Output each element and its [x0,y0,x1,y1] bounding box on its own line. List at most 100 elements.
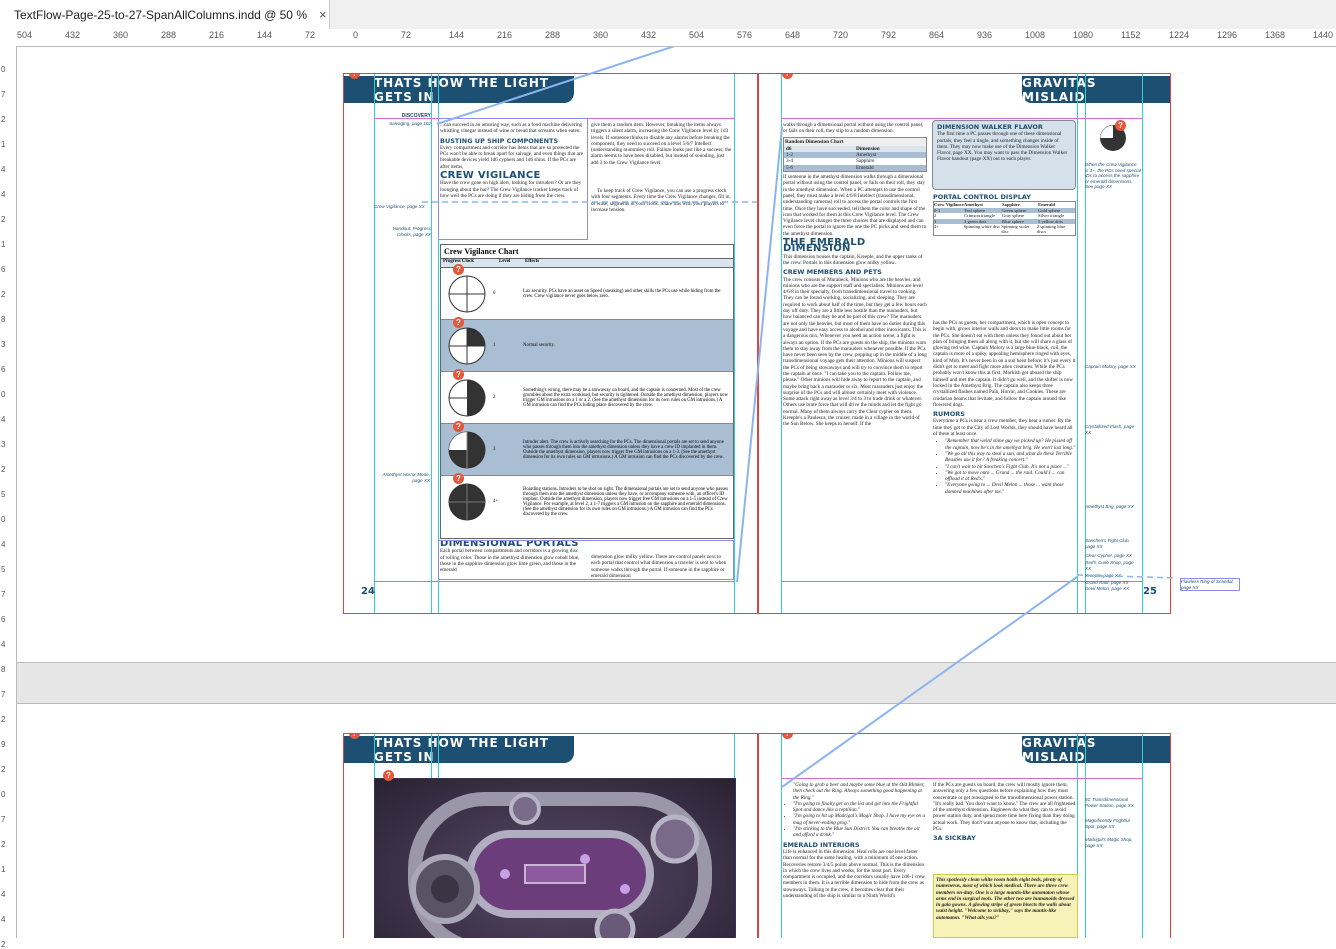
crew-vigilance-table[interactable]: Crew Vigilance Chart Progress Clock Leve… [440,244,734,539]
ruler-label: 8 [1,665,6,674]
margin-guide [374,581,734,582]
ruler-label: 4 [1,890,6,899]
document-tab[interactable]: TextFlow-Page-25-to-27-SpanAllColumns.in… [0,0,330,29]
ruler-label: 4 [1,415,6,424]
table-title: Crew Vigilance Chart [441,245,733,259]
ruler-label: 4 [1,640,6,649]
ruler-label: 0 [1,390,6,399]
document-tab-bar: TextFlow-Page-25-to-27-SpanAllColumns.in… [0,0,1336,30]
page-25[interactable]: GRAVITAS MISLAID ? walks through a dimen… [758,73,1171,614]
portals-heading: DIMENSIONAL PORTALS [440,541,579,549]
cell-level: 1 [493,343,496,348]
col1-text: ...can succeed in an amusing way, such a… [440,122,586,240]
ruler-origin[interactable] [0,29,18,47]
sidebar-madrigal[interactable]: Madrigal's Magic Shop, page XX [1085,837,1141,848]
overset-marker-icon[interactable]: ? [453,473,464,484]
col4-text: has the PCs as guests, her compartment, … [933,320,1076,578]
portals-col1: DIMENSIONAL PORTALS Each portal between … [440,541,580,579]
pcd-cell: Spinning violet disc [1001,223,1030,235]
cell-effect: Something's wrong, there may be a stowaw… [523,387,729,408]
cell-level: 0 [493,291,496,296]
th-progress: Progress Clock [443,259,474,264]
col4-text1: has the PCs as guests, her compartment, … [933,320,1076,408]
sidebar-amethyst-horror[interactable]: Amethyst Horror Mode, page XX [374,472,430,483]
portal-control-display: PORTAL CONTROL DISPLAY Crew Vigilance Am… [933,194,1076,294]
sidebar-devilmelon[interactable]: Devil Melon, page XX [1085,586,1141,592]
ruler-label: 4 [1,540,6,549]
close-icon[interactable]: × [319,7,327,22]
overset-marker-icon[interactable]: ? [453,317,464,328]
layout-canvas[interactable]: THATS HOW THE LIGHT GETS IN DISCOVERY Sa… [17,47,1336,938]
sickbay-heading: 3A SICKBAY [933,834,976,843]
ruler-label: 2 [1,765,6,774]
cell-effect: Boarding stations. Intruders to be shot … [523,486,728,517]
sidebar-handout[interactable]: Handout: Progress Clocks, page XX [377,226,431,237]
right-running-head-2: GRAVITAS MISLAID [1022,736,1170,764]
ruler-label: 2 [1,940,6,949]
sidebar-crew-vigilance[interactable]: Crew Vigilance, page XX [374,204,426,210]
overset-marker-icon[interactable]: ? [383,770,394,781]
ruler-label: 0 [1,515,6,524]
pasteboard-floating-note[interactable]: Flawless Ring of Scandal, page XX [1180,578,1240,591]
ruler-label: 1 [1,240,6,249]
pcd-cell: 2 spinning blue discs [1036,223,1066,235]
horizontal-ruler[interactable]: 504 432 360 288 216 144 72 0 72 144 216 288 360 432 50… [17,29,1336,47]
rumor-item: "I can't wait to hit Sanchen's Fight Clu… [945,464,1076,470]
col1-intro: ...can succeed in an amusing way, such a… [440,122,583,135]
left-banner-text-2: THATS HOW THE LIGHT GETS IN [374,735,550,764]
overset-marker-icon[interactable]: ? [453,421,464,432]
ruler-label: 6 [1,265,6,274]
sidebar-molory[interactable]: Captain Molory, page XX [1085,364,1141,370]
sidebar-frightful[interactable]: Magnificently Frightful Spot, page XX [1085,818,1141,829]
pcd-cell: Spinning white disc [963,223,1001,229]
overset-marker-icon[interactable]: ? [782,734,793,739]
ruler-label: 288 [545,30,561,40]
ruler-label: 5 [1,565,6,574]
page-26[interactable]: THATS HOW THE LIGHT GETS IN ? ? [343,733,758,938]
ruler-label: 432 [641,30,657,40]
vertical-ruler[interactable]: 0 7 2 1 4 4 2 1 6 2 8 3 6 0 4 3 2 5 0 4 5 7 6 4 8 7 2 9 2 0 7 2 1 4 4 2 [0,46,17,949]
overset-marker-icon[interactable]: ? [453,264,464,275]
sidebar-reds[interactable]: Red's Curio Shop, page XX [1085,560,1141,571]
rumors-text: Everytime a PCs is near a crew member, t… [933,418,1073,438]
sidebar-salvaging[interactable]: Salvaging, page 102 [377,121,431,127]
ruler-label: 72 [401,30,412,40]
sickbay-read-aloud-box: This spotlessly clean white room holds e… [933,874,1078,938]
page-27[interactable]: GRAVITAS MISLAID ? "Going to grab a beer… [758,733,1171,938]
ruler-label: 1080 [1073,30,1094,40]
cell-effect: Lax security. PCs have an asset on Speed… [523,288,721,299]
ruler-label: 6 [1,365,6,374]
ruler-label: 576 [737,30,753,40]
dimension-walker-box[interactable]: DIMENSION WALKER FLAVOR The first time a… [932,120,1076,190]
sidebar-kreeple[interactable]: Kreeple, page XX [1085,573,1141,579]
sidebar-captain-id: When the Crew Vigilance is 3+, the PCs n… [1085,162,1141,189]
sickbay-text: This spotlessly clean white room holds e… [936,877,1075,921]
emerald-text: This dimension houses the captain, Kreep… [783,253,923,266]
overset-marker-icon[interactable]: ? [782,74,793,79]
column-guide [374,74,375,613]
s2-col2-text1: If the PCs are guests on board, the crew… [933,782,1076,833]
crew-vigilance-heading: CREW VIGILANCE [440,170,541,182]
overset-marker-icon[interactable]: ? [1115,120,1126,131]
column-guide [1142,734,1143,938]
sidebar-flash[interactable]: Crystallized Flash, page XX [1085,424,1141,435]
rumor-item: "We got to move onto ... Grand ... the r… [945,470,1076,483]
ship-map-image[interactable] [374,778,736,938]
sidebar-brig[interactable]: Amethyst Brig, page XX [1085,504,1141,510]
column-guide [1077,74,1078,613]
page-24[interactable]: THATS HOW THE LIGHT GETS IN DISCOVERY Sa… [343,73,758,614]
overset-marker-icon[interactable]: ? [453,369,464,380]
ruler-label: 288 [161,30,177,40]
th-effects: Effects [525,259,540,264]
ruler-label: 1224 [1169,30,1190,40]
sidebar-transdimensional[interactable]: 5C Transdimensional Power Station, page … [1085,797,1141,808]
sidebar-cypher[interactable]: Clear Cypher, page XX [1085,553,1141,559]
ruler-label: 216 [209,30,225,40]
sidebar-grandmelon[interactable]: Grand Raid, page XX [1085,580,1141,586]
col2-text1: give them a random item. However, breaki… [591,122,732,166]
ruler-label: 1296 [1217,30,1238,40]
sidebar-fightclub[interactable]: Sanchen's Fight Club, page XX [1085,538,1141,549]
ruler-label: 648 [785,30,801,40]
crew-members-heading: CREW MEMBERS AND PETS [783,268,882,277]
portals-col2: dimension glow milky yellow. There are c… [591,554,727,579]
